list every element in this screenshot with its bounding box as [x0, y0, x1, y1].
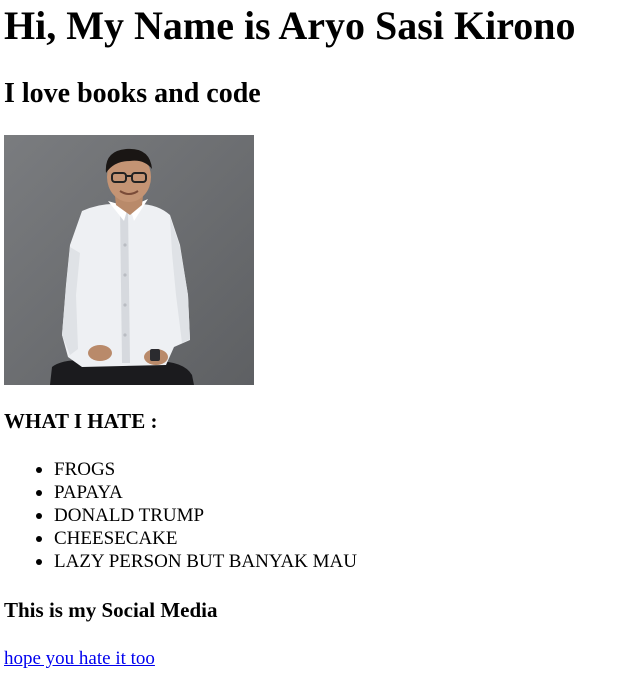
list-item: PAPAYA	[36, 481, 357, 504]
profile-photo-illustration	[4, 135, 254, 385]
list-item: CHEESECAKE	[36, 527, 357, 550]
list-item-label: FROGS	[54, 459, 116, 480]
list-item-label: LAZY PERSON BUT BANYAK MAU	[54, 551, 357, 572]
list-item: LAZY PERSON BUT BANYAK MAU	[36, 550, 357, 573]
hate-list: FROGS PAPAYA DONALD TRUMP CHEESECAKE LAZ…	[4, 458, 357, 573]
bullet-icon	[36, 490, 42, 496]
list-item-label: PAPAYA	[54, 482, 123, 503]
list-item: DONALD TRUMP	[36, 504, 357, 527]
list-item-label: DONALD TRUMP	[54, 505, 205, 526]
list-item-label: CHEESECAKE	[54, 528, 178, 549]
list-item: FROGS	[36, 458, 357, 481]
social-section-heading: This is my Social Media	[4, 598, 218, 622]
bullet-icon	[36, 559, 42, 565]
hate-section-heading: WHAT I HATE :	[4, 409, 158, 433]
bullet-icon	[36, 467, 42, 473]
bullet-icon	[36, 513, 42, 519]
bullet-icon	[36, 536, 42, 542]
social-media-link[interactable]: hope you hate it too	[4, 647, 155, 670]
page-subtitle: I love books and code	[4, 78, 261, 109]
profile-photo	[4, 135, 254, 385]
page-title: Hi, My Name is Aryo Sasi Kirono	[4, 3, 576, 48]
